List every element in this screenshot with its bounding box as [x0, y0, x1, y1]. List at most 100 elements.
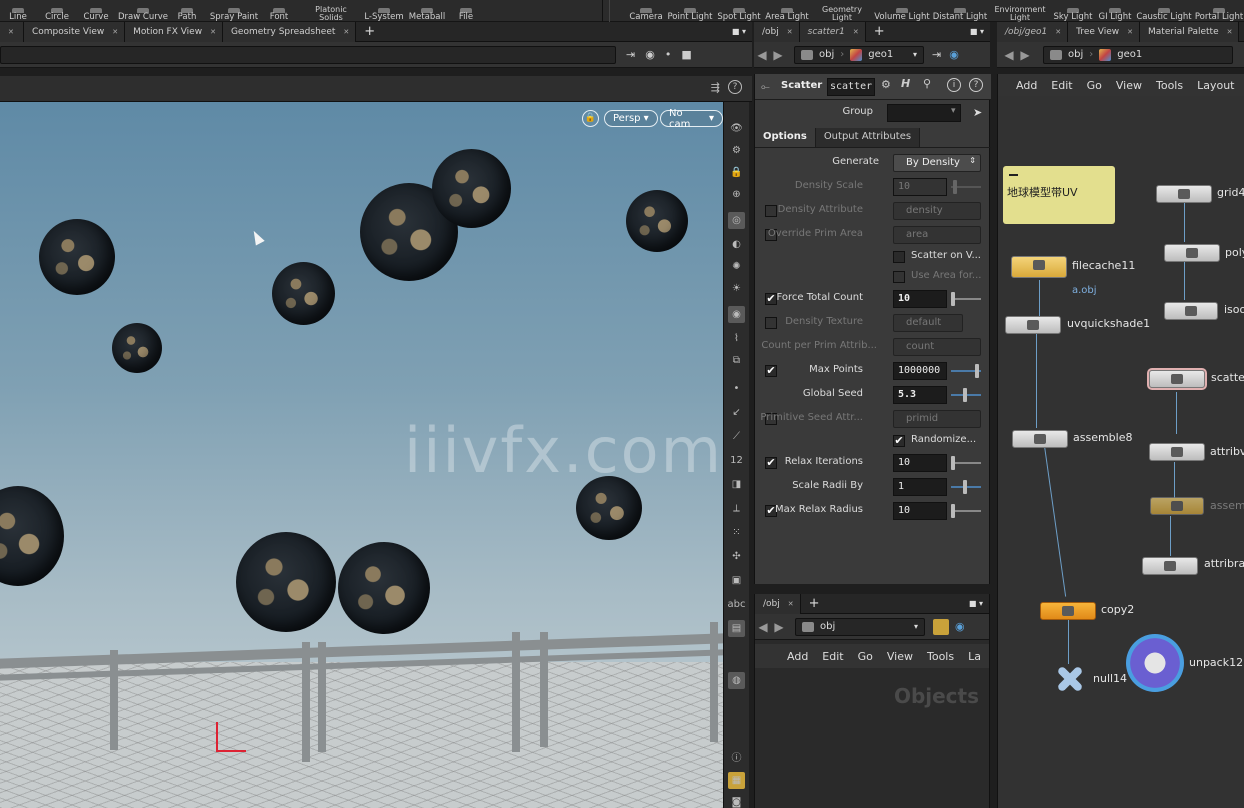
forward-arrow-icon[interactable]: ▶ [770, 48, 786, 62]
density-attribute-checkbox[interactable] [765, 205, 777, 217]
shelf-area-light[interactable]: Area Light [765, 0, 809, 22]
shelf-gi-light[interactable]: GI Light [1098, 0, 1132, 22]
tab-composite-view[interactable]: Composite View ✕ [24, 21, 126, 42]
tab-scatter1[interactable]: scatter1 ✕ [799, 21, 866, 42]
shelf-point-light[interactable]: Point Light [667, 0, 713, 22]
node-filecache11[interactable] [1011, 256, 1067, 278]
shelf-geometry-light[interactable]: Geometry Light [818, 0, 866, 22]
max-relax-radius-slider[interactable] [951, 504, 981, 518]
node-scatter[interactable] [1147, 368, 1207, 390]
menu-add[interactable]: Add [787, 650, 808, 663]
display-tool-icon[interactable]: ⚙ [728, 142, 745, 159]
square-icon[interactable]: ■ [681, 48, 691, 61]
light-icon[interactable]: ◐ [728, 236, 745, 253]
display-options-icon[interactable]: ⇶ [711, 81, 720, 94]
shading-mode-icon[interactable]: ◉ [728, 306, 745, 323]
node-attribv[interactable] [1149, 443, 1205, 461]
grid-view-icon[interactable]: ▦ [728, 772, 745, 789]
node-assemble8[interactable] [1012, 430, 1068, 448]
tab-motion-fx-view[interactable]: Motion FX View ✕ [125, 21, 223, 42]
display-mode-icon[interactable]: ◎ [728, 212, 745, 229]
global-seed-slider[interactable] [951, 388, 981, 402]
shelf-font[interactable]: Font [268, 0, 290, 22]
add-tab-icon[interactable]: + [866, 24, 893, 39]
menu-edit[interactable]: Edit [822, 650, 843, 663]
persp-menu[interactable]: Persp ▾ [604, 110, 658, 127]
close-icon[interactable]: ✕ [343, 28, 349, 36]
menu-go[interactable]: Go [1087, 79, 1102, 92]
help-icon[interactable]: ? [969, 78, 983, 92]
pane-menu-icon[interactable]: ■ ▾ [969, 599, 983, 608]
close-icon[interactable]: ✕ [788, 600, 794, 608]
forward-arrow-icon[interactable]: ▶ [1017, 48, 1033, 62]
menu-edit[interactable]: Edit [1051, 79, 1072, 92]
node-unpack12[interactable] [1126, 634, 1184, 692]
close-icon[interactable]: ✕ [1055, 28, 1061, 36]
normal-display-icon[interactable]: ↙ [728, 404, 745, 421]
close-icon[interactable]: ✕ [1227, 28, 1233, 36]
param-path-field[interactable]: obj › geo1 ▾ [794, 45, 924, 64]
tab-output-attributes[interactable]: Output Attributes [815, 128, 921, 147]
pin-icon[interactable]: ⇥ [932, 48, 941, 61]
tab-geometry-spreadsheet[interactable]: Geometry Spreadsheet ✕ [222, 21, 357, 42]
node-null14[interactable] [1048, 664, 1088, 694]
scale-radii-field[interactable]: 1 [893, 478, 947, 496]
tab-hidden-close[interactable]: ✕ [0, 21, 24, 42]
override-prim-area-field[interactable]: area [893, 226, 981, 244]
node-poly[interactable] [1164, 244, 1220, 262]
force-total-count-checkbox[interactable]: ✔ [765, 293, 777, 305]
close-icon[interactable]: ✕ [1127, 28, 1133, 36]
close-icon[interactable]: ✕ [112, 28, 118, 36]
node-grid4[interactable] [1156, 185, 1212, 203]
use-area-for-checkbox[interactable] [893, 271, 905, 283]
network-path-field[interactable]: obj › geo1 [1043, 45, 1233, 64]
node-copy2[interactable] [1040, 602, 1096, 620]
close-icon[interactable]: ✕ [8, 28, 14, 36]
sticky-note[interactable]: 地球模型带UV [1003, 166, 1115, 224]
close-icon[interactable]: ✕ [787, 28, 793, 36]
relax-iterations-checkbox[interactable]: ✔ [765, 457, 777, 469]
density-texture-field[interactable]: default [893, 314, 963, 332]
randomize-checkbox[interactable]: ✔ [893, 435, 905, 447]
primitive-seed-field[interactable]: primid [893, 410, 981, 428]
shelf-circle[interactable]: Circle [44, 0, 70, 22]
menu-add[interactable]: Add [1016, 79, 1037, 92]
shelf-metaball[interactable]: Metaball [408, 0, 446, 22]
info-icon[interactable]: ⓘ [728, 748, 745, 765]
menu-layout[interactable]: Layout [1197, 79, 1234, 92]
shelf-l-system[interactable]: L-System [364, 0, 404, 22]
shelf-volume-light[interactable]: Volume Light [874, 0, 930, 22]
pin-icon[interactable] [933, 618, 949, 635]
info-icon[interactable]: i [947, 78, 961, 92]
shelf-file[interactable]: File [456, 0, 476, 22]
light-bulb-icon[interactable]: ✺ [728, 258, 745, 275]
shelf-spot-light[interactable]: Spot Light [717, 0, 761, 22]
node-attribra[interactable] [1142, 557, 1198, 575]
visibility-eye-icon[interactable]: 👁 [728, 120, 745, 137]
tab-tree-view[interactable]: Tree View ✕ [1068, 21, 1141, 42]
background-image-icon[interactable]: ▤ [728, 620, 745, 637]
relax-iterations-slider[interactable] [951, 456, 981, 470]
force-total-count-slider[interactable] [951, 292, 981, 306]
shelf-distant-light[interactable]: Distant Light [933, 0, 987, 22]
menu-tools[interactable]: Tools [927, 650, 954, 663]
uv-display-icon[interactable]: ◨ [728, 476, 745, 493]
link-icon[interactable]: ◉ [645, 48, 655, 61]
add-tab-icon[interactable]: + [801, 596, 828, 611]
back-arrow-icon[interactable]: ◀ [754, 48, 770, 62]
scale-radii-slider[interactable] [951, 480, 981, 494]
link-icon[interactable]: ◉ [949, 48, 959, 61]
snap-icon[interactable]: • [665, 48, 672, 61]
count-per-prim-field[interactable]: count [893, 338, 981, 356]
density-texture-checkbox[interactable] [765, 317, 777, 329]
pin-icon[interactable]: ⇥ [626, 48, 635, 61]
link-icon[interactable]: ◉ [955, 620, 965, 633]
tab-options[interactable]: Options [755, 128, 816, 147]
close-icon[interactable]: ✕ [210, 28, 216, 36]
shelf-environment-light[interactable]: Environment Light [994, 0, 1046, 22]
camera-icon[interactable]: ◙ [728, 794, 745, 808]
node-assem[interactable] [1150, 497, 1204, 515]
number-display-icon[interactable]: 12 [728, 452, 745, 469]
geometry-box-icon[interactable]: ▣ [728, 572, 745, 589]
density-scale-slider[interactable] [951, 180, 981, 194]
